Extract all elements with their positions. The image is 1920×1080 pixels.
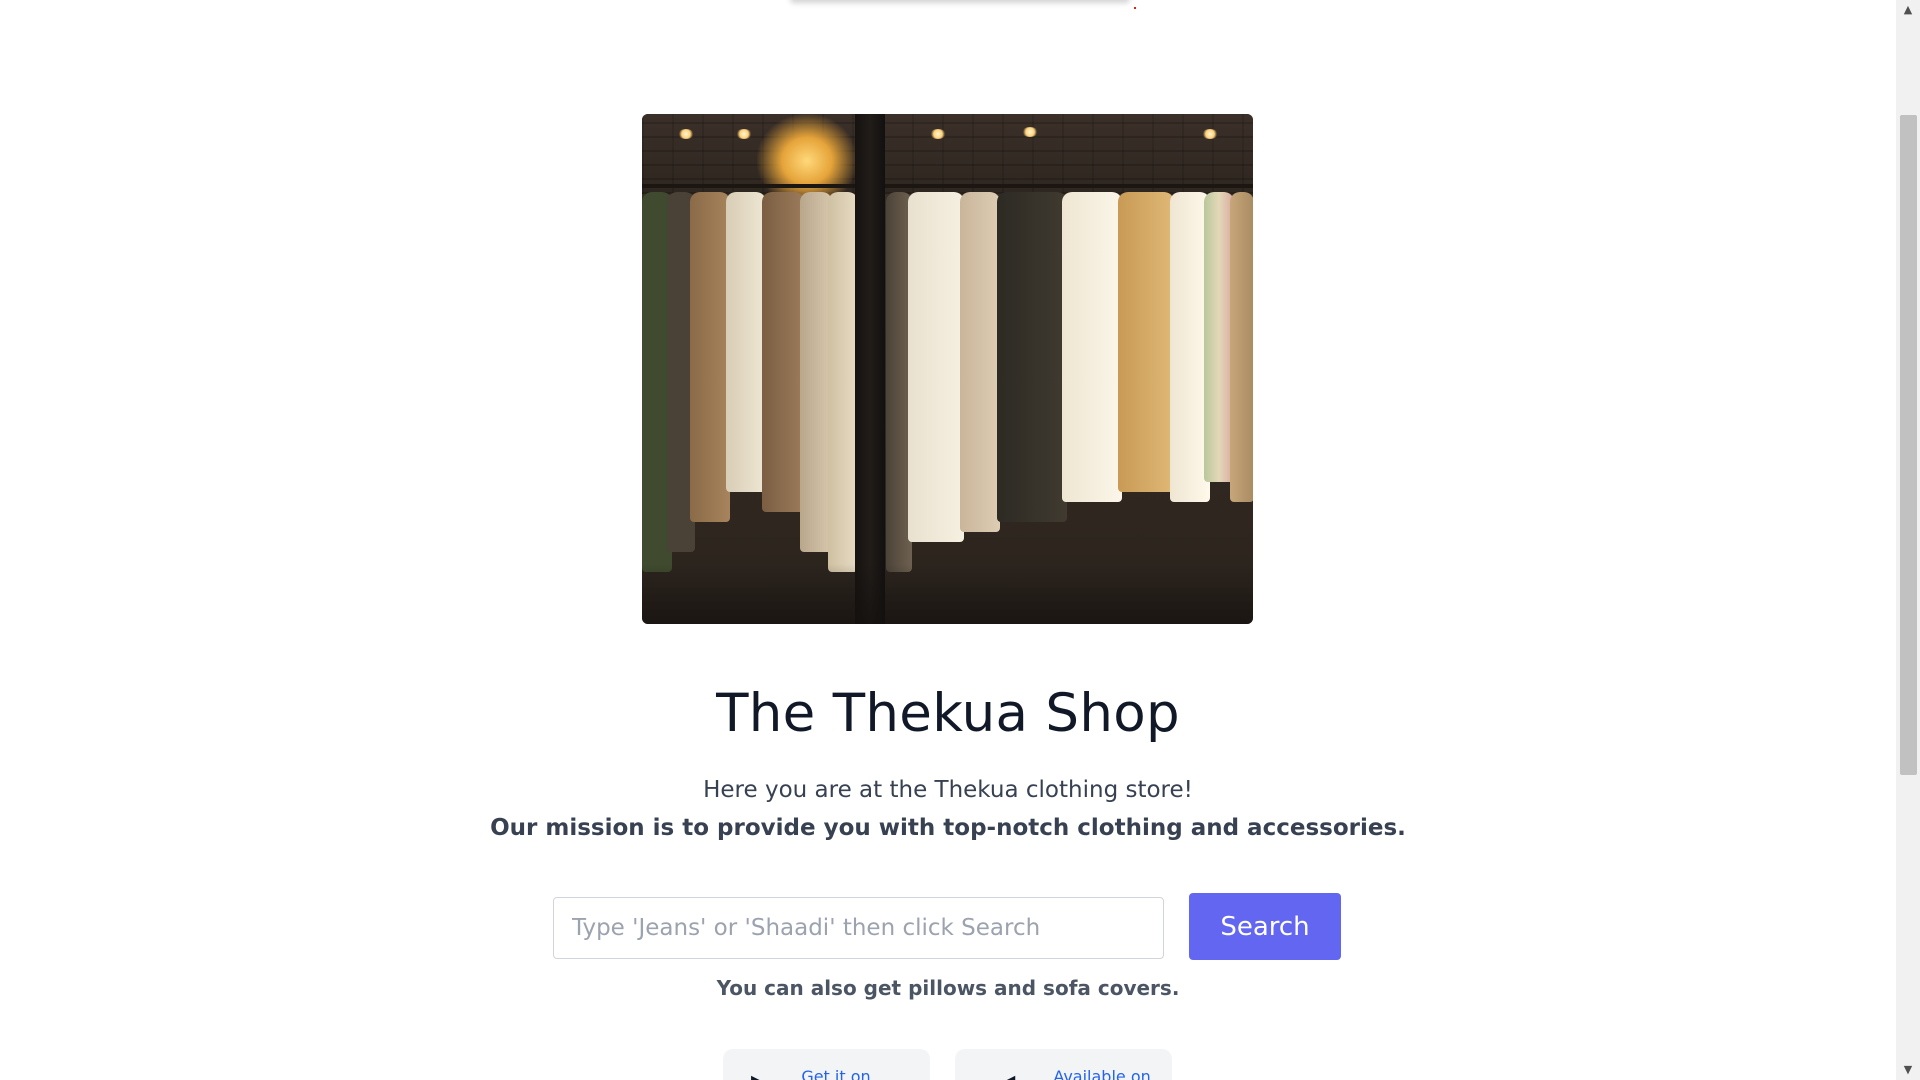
app-store-badge-label: Available on [1053,1067,1151,1080]
search-input[interactable] [553,897,1164,959]
search-note: You can also get pillows and sofa covers… [716,976,1180,1000]
red-dot [1134,7,1136,9]
scroll-up-arrow-icon[interactable]: ▲ [1896,0,1920,20]
page-title: The Thekua Shop [716,683,1180,744]
vertical-scrollbar[interactable]: ▲ ▼ [1896,0,1920,1080]
scroll-down-arrow-icon[interactable]: ▼ [1896,1060,1920,1080]
hero-image [642,114,1253,624]
google-play-badge[interactable]: ▶ Get it on [723,1049,930,1080]
app-store-badge[interactable]: ◀ Available on [955,1049,1172,1080]
play-store-icon: ▶ [751,1073,763,1080]
scroll-thumb[interactable] [1900,115,1917,775]
google-play-badge-label: Get it on [801,1067,871,1080]
apple-icon: ◀ [1003,1073,1015,1080]
mission-statement: Our mission is to provide you with top-n… [490,815,1406,841]
page: The Thekua Shop Here you are at the Thek… [0,0,1896,1080]
subtitle: Here you are at the Thekua clothing stor… [703,777,1193,803]
search-button[interactable]: Search [1189,893,1341,960]
